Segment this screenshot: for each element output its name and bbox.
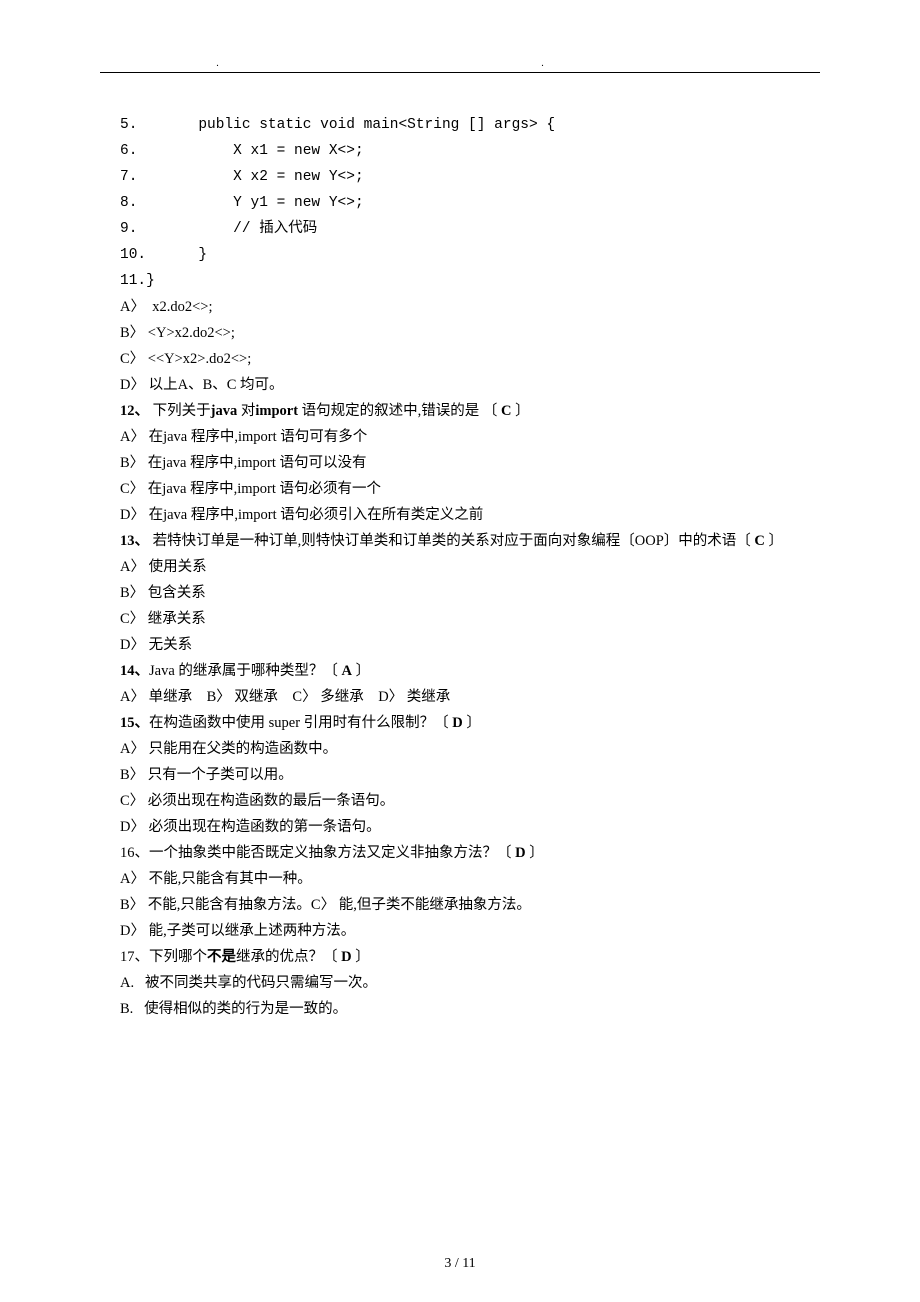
- q14-num: 14、: [120, 663, 149, 679]
- code-line-9: 9. // 插入代码: [120, 216, 820, 242]
- q12-t2: 对: [237, 403, 255, 419]
- code-line-6: 6. X x1 = new X<>;: [120, 138, 820, 164]
- q14-t1: Java 的继承属于哪种类型？〔: [149, 663, 342, 679]
- q17-option-a: A. 被不同类共享的代码只需编写一次。: [120, 970, 820, 996]
- q16-stem: 16、一个抽象类中能否既定义抽象方法又定义非抽象方法？〔 D 〕: [120, 840, 820, 866]
- q11-option-c: C〉 <<Y>x2>.do2<>;: [120, 346, 820, 372]
- horizontal-rule: [100, 72, 820, 73]
- code-line-10: 10. }: [120, 242, 820, 268]
- q15-t1: 在构造函数中使用 super 引用时有什么限制？〔: [149, 715, 452, 731]
- q17-kw: 不是: [207, 949, 236, 965]
- q15-option-b: B〉 只有一个子类可以用。: [120, 762, 820, 788]
- q11-option-d: D〉 以上A、B、C 均可。: [120, 372, 820, 398]
- code-line-8: 8. Y y1 = new Y<>;: [120, 190, 820, 216]
- q13-option-b: B〉 包含关系: [120, 580, 820, 606]
- q14-t2: 〕: [352, 663, 370, 679]
- q13-num: 13、: [120, 533, 149, 549]
- q12-num: 12、: [120, 403, 149, 419]
- q13-t1: 若特快订单是一种订单,则特快订单类和订单类的关系对应于面向对象编程〔OOP〕中的…: [149, 533, 754, 549]
- q12-option-b: B〉 在java 程序中,import 语句可以没有: [120, 450, 820, 476]
- q15-stem: 15、在构造函数中使用 super 引用时有什么限制？〔 D 〕: [120, 710, 820, 736]
- q17-answer: D: [341, 949, 351, 965]
- q16-answer: D: [515, 845, 525, 861]
- code-line-7: 7. X x2 = new Y<>;: [120, 164, 820, 190]
- q17-stem: 17、下列哪个不是继承的优点？〔 D 〕: [120, 944, 820, 970]
- q16-option-d: D〉 能,子类可以继承上述两种方法。: [120, 918, 820, 944]
- q12-t1: 下列关于: [149, 403, 211, 419]
- q17-option-b: B. 使得相似的类的行为是一致的。: [120, 996, 820, 1022]
- q12-option-a: A〉 在java 程序中,import 语句可有多个: [120, 424, 820, 450]
- q16-t1: 16、一个抽象类中能否既定义抽象方法又定义非抽象方法？〔: [120, 845, 515, 861]
- q11-option-b: B〉 <Y>x2.do2<>;: [120, 320, 820, 346]
- q11-option-a: A〉 x2.do2<>;: [120, 294, 820, 320]
- q12-t4: 〕: [512, 403, 530, 419]
- q15-option-d: D〉 必须出现在构造函数的第一条语句。: [120, 814, 820, 840]
- code-line-11: 11.}: [120, 268, 820, 294]
- q17-t1: 17、下列哪个: [120, 949, 207, 965]
- q13-option-c: C〉 继承关系: [120, 606, 820, 632]
- q17-t3: 〕: [352, 949, 370, 965]
- q15-answer: D: [452, 715, 462, 731]
- q16-option-bc: B〉 不能,只能含有抽象方法。C〉 能,但子类不能继承抽象方法。: [120, 892, 820, 918]
- header-dots: . .: [0, 58, 920, 69]
- q13-option-d: D〉 无关系: [120, 632, 820, 658]
- page-number: 3 / 11: [0, 1256, 920, 1272]
- q16-t2: 〕: [526, 845, 544, 861]
- code-line-5: 5. public static void main<String [] arg…: [120, 112, 820, 138]
- q17-t2: 继承的优点？〔: [236, 949, 341, 965]
- q12-option-d: D〉 在java 程序中,import 语句必须引入在所有类定义之前: [120, 502, 820, 528]
- page: . . 5. public static void main<String []…: [0, 0, 920, 1302]
- q12-kw-import: import: [255, 403, 298, 419]
- q12-stem: 12、 下列关于java 对import 语句规定的叙述中,错误的是 〔 C 〕: [120, 398, 820, 424]
- q15-option-c: C〉 必须出现在构造函数的最后一条语句。: [120, 788, 820, 814]
- q13-t2: 〕: [765, 533, 783, 549]
- q13-answer: C: [754, 533, 764, 549]
- q12-kw-java: java: [211, 403, 238, 419]
- q12-answer: C: [501, 403, 511, 419]
- q12-option-c: C〉 在java 程序中,import 语句必须有一个: [120, 476, 820, 502]
- q13-stem: 13、 若特快订单是一种订单,则特快订单类和订单类的关系对应于面向对象编程〔OO…: [120, 528, 820, 554]
- q14-answer: A: [342, 663, 352, 679]
- q14-stem: 14、Java 的继承属于哪种类型？〔 A 〕: [120, 658, 820, 684]
- q15-t2: 〕: [463, 715, 481, 731]
- q15-option-a: A〉 只能用在父类的构造函数中。: [120, 736, 820, 762]
- q14-options: A〉 单继承 B〉 双继承 C〉 多继承 D〉 类继承: [120, 684, 820, 710]
- q12-t3: 语句规定的叙述中,错误的是 〔: [298, 403, 501, 419]
- q15-num: 15、: [120, 715, 149, 731]
- q16-option-a: A〉 不能,只能含有其中一种。: [120, 866, 820, 892]
- document-body: 5. public static void main<String [] arg…: [120, 112, 820, 1022]
- q13-option-a: A〉 使用关系: [120, 554, 820, 580]
